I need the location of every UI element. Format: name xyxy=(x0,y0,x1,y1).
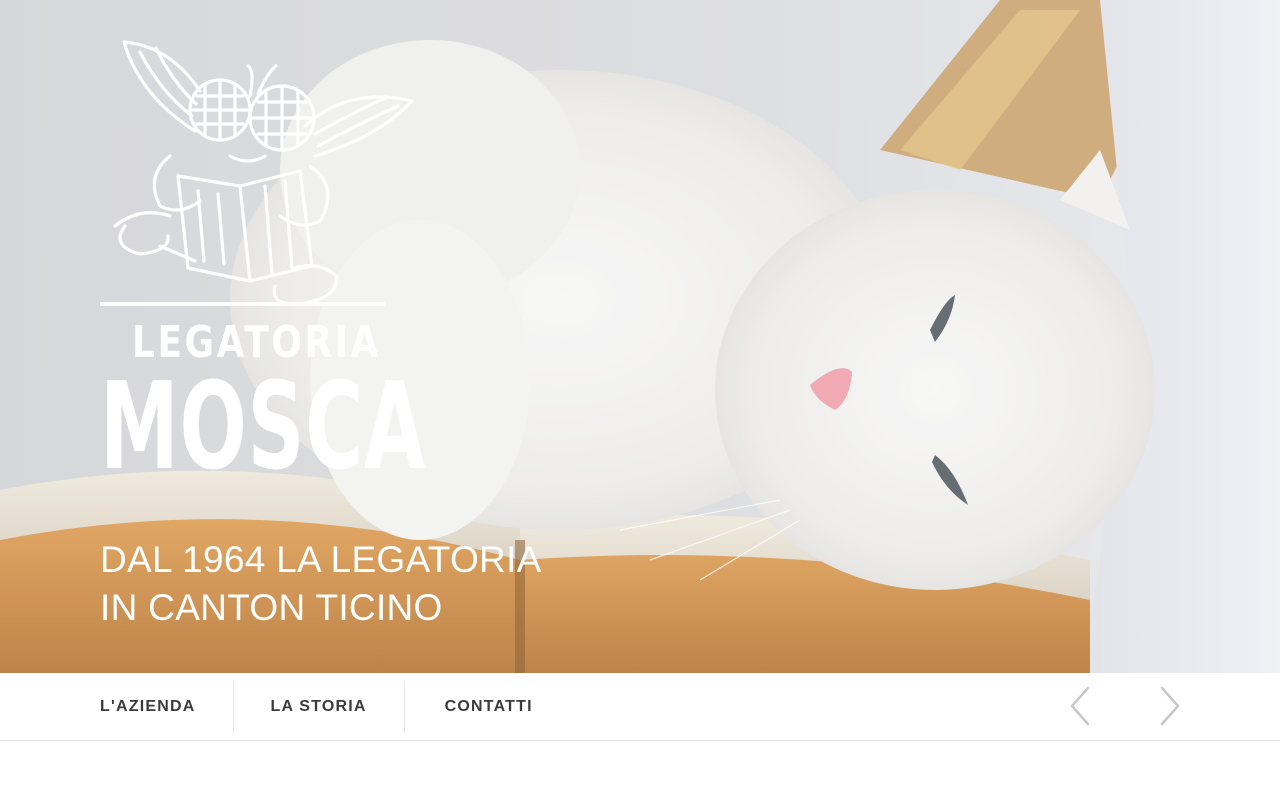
logo-divider xyxy=(100,302,385,306)
chevron-right-icon xyxy=(1160,686,1180,726)
nav-list: L'AZIENDA LA STORIA CONTATTI xyxy=(100,673,533,741)
slider-next-button[interactable] xyxy=(1150,684,1190,728)
nav-item-contatti[interactable]: CONTATTI xyxy=(405,673,533,741)
reading-fly-mascot-icon xyxy=(113,40,414,306)
tagline-line-1: DAL 1964 LA LEGATORIA xyxy=(100,539,542,580)
brand-logo[interactable]: LEGATORIA MOSCA xyxy=(100,36,425,488)
tagline-line-2: IN CANTON TICINO xyxy=(100,587,443,628)
brand-name-main: MOSCA xyxy=(100,358,426,497)
hero-banner: LEGATORIA MOSCA DAL 1964 LA LEGATORIA IN… xyxy=(0,0,1280,673)
slider-prev-button[interactable] xyxy=(1060,684,1100,728)
hero-tagline: DAL 1964 LA LEGATORIA IN CANTON TICINO xyxy=(100,536,720,632)
chevron-left-icon xyxy=(1070,686,1090,726)
nav-item-azienda[interactable]: L'AZIENDA xyxy=(100,673,233,741)
nav-item-storia[interactable]: LA STORIA xyxy=(234,673,404,741)
